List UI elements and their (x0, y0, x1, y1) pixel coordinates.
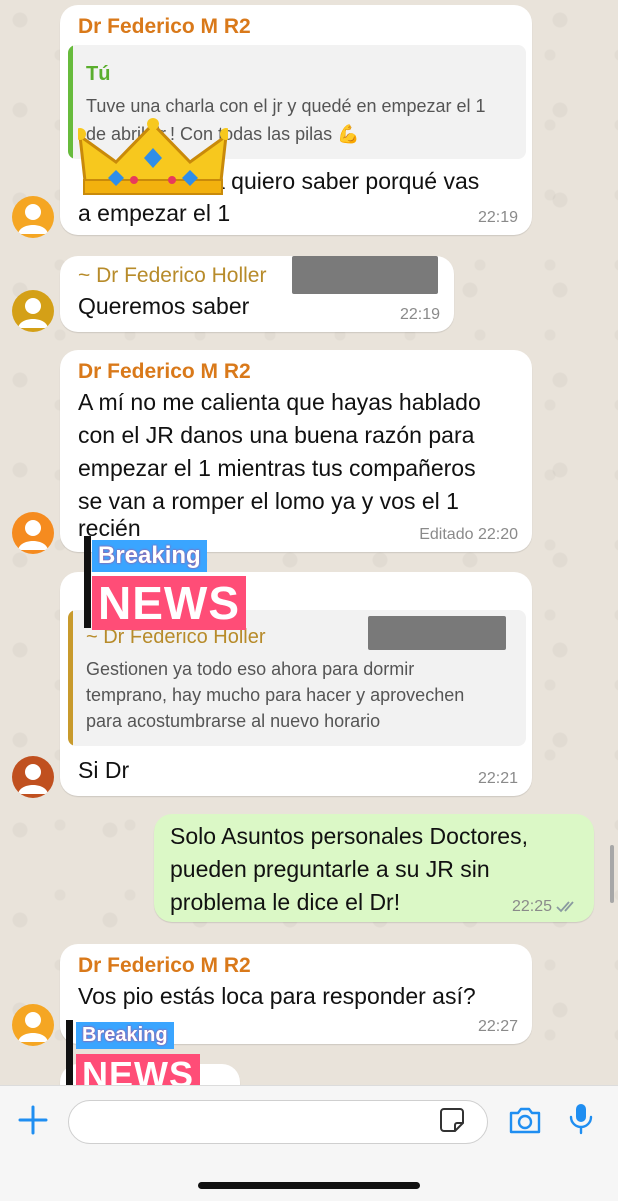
avatar[interactable] (12, 512, 54, 554)
quoted-text-line: para acostumbrarse al nuevo horario (86, 711, 381, 731)
sticker-bar (84, 536, 91, 628)
crown-sticker-icon (78, 118, 228, 195)
avatar[interactable] (12, 756, 54, 798)
message-text: a quiero saber porqué vas (212, 168, 480, 194)
redacted-phone (292, 256, 438, 294)
sender-name[interactable]: Dr Federico M R2 (78, 360, 251, 384)
microphone-icon[interactable] (568, 1102, 594, 1136)
message-time: 22:21 (477, 770, 518, 787)
message-text: Vos pio estás loca para responder así? (78, 983, 476, 1009)
message-text-line: Solo Asuntos personales Doctores, (170, 823, 528, 849)
plus-icon[interactable] (16, 1103, 50, 1137)
sender-name[interactable]: Dr Federico M R2 (78, 15, 251, 39)
message-time: 22:25 (511, 898, 552, 915)
message-text-line: pueden preguntarle a su JR sin (170, 856, 490, 882)
message-text-line: con el JR danos una buena razón para (78, 422, 475, 448)
message-text: Si Dr (78, 757, 130, 783)
quoted-text-line: Gestionen ya todo eso ahora para dormir (86, 659, 415, 679)
message-text: Queremos saber (78, 293, 250, 319)
sticker-icon[interactable] (438, 1106, 466, 1134)
avatar[interactable] (12, 196, 54, 238)
news-sticker-label: NEWS (92, 576, 246, 630)
message-text: a empezar el 1 (78, 200, 231, 226)
message-text-line: problema le dice el Dr! (170, 889, 401, 915)
quoted-text-line: temprano, hay mucho para hacer y aprovec… (86, 685, 465, 705)
message-time: 22:19 (399, 306, 440, 323)
scroll-indicator[interactable] (610, 845, 614, 903)
breaking-sticker-label: Breaking (76, 1022, 174, 1049)
message-time: 22:19 (477, 209, 518, 226)
redacted-phone (368, 616, 506, 650)
sender-name[interactable]: ~ Dr Federico Holler (78, 264, 266, 288)
quoted-text-line: Tuve una charla con el jr y quedé en emp… (86, 96, 486, 116)
message-text-line: A mí no me calienta que hayas hablado (78, 389, 481, 415)
message-edited-label: Editado 22:20 (419, 526, 518, 543)
message-text-line: empezar el 1 mientras tus compañeros (78, 455, 476, 481)
message-bubble[interactable]: Dr Federico M R2 A mí no me calienta que… (60, 350, 532, 552)
avatar[interactable] (12, 290, 54, 332)
quoted-sender: Tú (86, 63, 111, 85)
sender-name[interactable]: Dr Federico M R2 (78, 954, 251, 978)
message-time: 22:27 (477, 1018, 518, 1035)
compose-bar (0, 1085, 618, 1201)
breaking-sticker-label: Breaking (92, 540, 207, 572)
outgoing-message-bubble[interactable]: Solo Asuntos personales Doctores, pueden… (154, 814, 594, 922)
avatar[interactable] (12, 1004, 54, 1046)
home-indicator[interactable] (198, 1182, 420, 1189)
message-input[interactable] (68, 1100, 488, 1144)
double-check-icon (556, 901, 574, 913)
camera-icon[interactable] (508, 1105, 542, 1135)
